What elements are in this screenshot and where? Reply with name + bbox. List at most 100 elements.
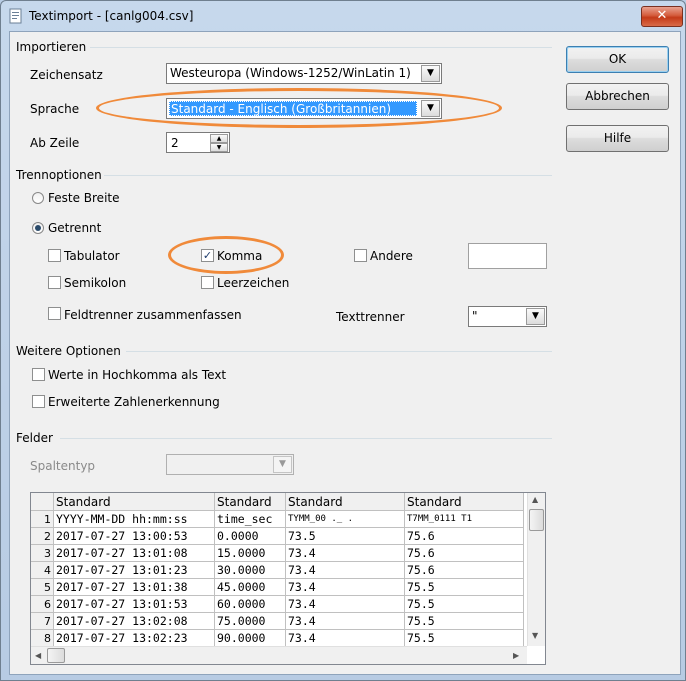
- table-cell: 2017-07-27 13:01:08: [53, 544, 215, 562]
- text-delimiter-select[interactable]: " ▼: [468, 306, 547, 327]
- other-checkbox[interactable]: [354, 249, 367, 262]
- table-cell: 73.4: [285, 595, 405, 613]
- row-number[interactable]: 8: [31, 629, 54, 647]
- from-row-label: Ab Zeile: [30, 136, 80, 150]
- column-header[interactable]: Standard: [53, 493, 215, 511]
- column-type-select[interactable]: ▼: [166, 454, 294, 475]
- table-cell: 73.4: [285, 544, 405, 562]
- separator-section-title: Trennoptionen: [16, 168, 102, 182]
- charset-select[interactable]: Westeuropa (Windows-1252/WinLatin 1) ▼: [166, 63, 442, 84]
- table-cell: 15.0000: [214, 544, 286, 562]
- scroll-down-icon[interactable]: ▼: [532, 631, 538, 640]
- table-row: 8 2017-07-27 13:02:23 90.0000 73.4 75.5: [31, 629, 524, 647]
- chevron-down-icon[interactable]: ▼: [421, 100, 440, 117]
- cancel-button[interactable]: Abbrechen: [566, 83, 669, 110]
- tab-checkbox[interactable]: [48, 249, 61, 262]
- table-cell: 75.0000: [214, 612, 286, 630]
- fixed-width-label: Feste Breite: [48, 191, 120, 205]
- table-cell: 75.5: [404, 578, 524, 596]
- vertical-scrollbar[interactable]: ▲ ▼: [527, 493, 545, 646]
- column-header[interactable]: Standard: [214, 493, 286, 511]
- table-cell: 0.0000: [214, 527, 286, 545]
- fields-section-title: Felder: [16, 431, 53, 445]
- table-row: 6 2017-07-27 13:01:53 60.0000 73.4 75.5: [31, 595, 524, 613]
- other-label: Andere: [370, 249, 413, 263]
- table-cell: 60.0000: [214, 595, 286, 613]
- detect-special-numbers-checkbox[interactable]: [32, 395, 45, 408]
- table-row: 4 2017-07-27 13:01:23 30.0000 73.4 75.6: [31, 561, 524, 579]
- spin-up-icon[interactable]: ▲: [210, 134, 228, 143]
- row-number[interactable]: 1: [31, 510, 54, 528]
- table-cell: 2017-07-27 13:01:23: [53, 561, 215, 579]
- table-cell: 2017-07-27 13:00:53: [53, 527, 215, 545]
- separated-radio[interactable]: [32, 222, 44, 234]
- charset-label: Zeichensatz: [30, 68, 103, 82]
- table-cell: 75.5: [404, 612, 524, 630]
- table-cell: 2017-07-27 13:01:53: [53, 595, 215, 613]
- table-cell: time_sec: [214, 510, 286, 528]
- table-header-row: Standard Standard Standard Standard: [31, 493, 524, 511]
- language-value: Standard - Englisch (Großbritannien): [169, 101, 417, 116]
- row-number[interactable]: 4: [31, 561, 54, 579]
- fixed-width-radio[interactable]: [32, 192, 44, 204]
- horizontal-scrollbar[interactable]: ◀ ▶: [31, 646, 527, 664]
- close-button[interactable]: ✕: [641, 6, 683, 27]
- window-title: Textimport - [canlg004.csv]: [29, 9, 194, 23]
- space-label: Leerzeichen: [217, 276, 290, 290]
- column-header[interactable]: Standard: [404, 493, 524, 511]
- comma-checkbox[interactable]: ✓: [201, 249, 214, 262]
- vertical-scroll-thumb[interactable]: [529, 509, 544, 531]
- dialog-body: Importieren Zeichensatz Westeuropa (Wind…: [9, 31, 681, 675]
- separated-label: Getrennt: [48, 221, 102, 235]
- table-cell: TYMM_00 ._ .: [285, 510, 405, 528]
- horizontal-scroll-thumb[interactable]: [47, 648, 65, 663]
- ok-button[interactable]: OK: [566, 46, 669, 73]
- quoted-as-text-checkbox[interactable]: [32, 368, 45, 381]
- column-header[interactable]: Standard: [285, 493, 405, 511]
- table-cell: 75.6: [404, 544, 524, 562]
- row-number[interactable]: 5: [31, 578, 54, 596]
- table-cell: 2017-07-27 13:01:38: [53, 578, 215, 596]
- scroll-right-icon[interactable]: ▶: [513, 651, 519, 660]
- help-button[interactable]: Hilfe: [566, 125, 669, 152]
- import-section-title: Importieren: [16, 40, 87, 54]
- text-delimiter-value: ": [472, 309, 478, 323]
- row-number[interactable]: 7: [31, 612, 54, 630]
- scroll-up-icon[interactable]: ▲: [532, 495, 538, 504]
- language-label: Sprache: [30, 102, 80, 116]
- comma-label: Komma: [217, 249, 263, 263]
- table-cell: 75.6: [404, 527, 524, 545]
- table-cell: 45.0000: [214, 578, 286, 596]
- chevron-down-icon[interactable]: ▼: [421, 65, 440, 82]
- table-row: 3 2017-07-27 13:01:08 15.0000 73.4 75.6: [31, 544, 524, 562]
- table-cell: 2017-07-27 13:02:23: [53, 629, 215, 647]
- merge-delimiters-checkbox[interactable]: [48, 307, 61, 320]
- chevron-down-icon[interactable]: ▼: [526, 308, 545, 325]
- table-cell: 90.0000: [214, 629, 286, 647]
- table-cell: 73.5: [285, 527, 405, 545]
- from-row-value: 2: [171, 136, 179, 150]
- table-cell: 73.4: [285, 561, 405, 579]
- language-select[interactable]: Standard - Englisch (Großbritannien) ▼: [166, 98, 442, 119]
- charset-value: Westeuropa (Windows-1252/WinLatin 1): [170, 66, 411, 80]
- spin-down-icon[interactable]: ▼: [210, 143, 228, 152]
- table-row: 5 2017-07-27 13:01:38 45.0000 73.4 75.5: [31, 578, 524, 596]
- preview-grid[interactable]: Standard Standard Standard Standard 1 YY…: [30, 492, 546, 665]
- row-number[interactable]: 6: [31, 595, 54, 613]
- row-number[interactable]: 2: [31, 527, 54, 545]
- from-row-stepper[interactable]: 2 ▲ ▼: [166, 132, 230, 153]
- tab-label: Tabulator: [64, 249, 120, 263]
- semicolon-checkbox[interactable]: [48, 276, 61, 289]
- other-separator-input[interactable]: [468, 243, 547, 269]
- scroll-left-icon[interactable]: ◀: [35, 651, 41, 660]
- table-cell: 73.4: [285, 629, 405, 647]
- row-number[interactable]: 3: [31, 544, 54, 562]
- chevron-down-icon[interactable]: ▼: [273, 456, 292, 473]
- options-section-title: Weitere Optionen: [16, 344, 121, 358]
- table-cell: 75.6: [404, 561, 524, 579]
- title-bar[interactable]: Textimport - [canlg004.csv] ✕: [1, 1, 685, 31]
- space-checkbox[interactable]: [201, 276, 214, 289]
- merge-delimiters-label: Feldtrenner zusammenfassen: [64, 308, 242, 322]
- close-icon: ✕: [656, 8, 668, 23]
- import-dialog-window: Textimport - [canlg004.csv] ✕ Importiere…: [0, 0, 686, 681]
